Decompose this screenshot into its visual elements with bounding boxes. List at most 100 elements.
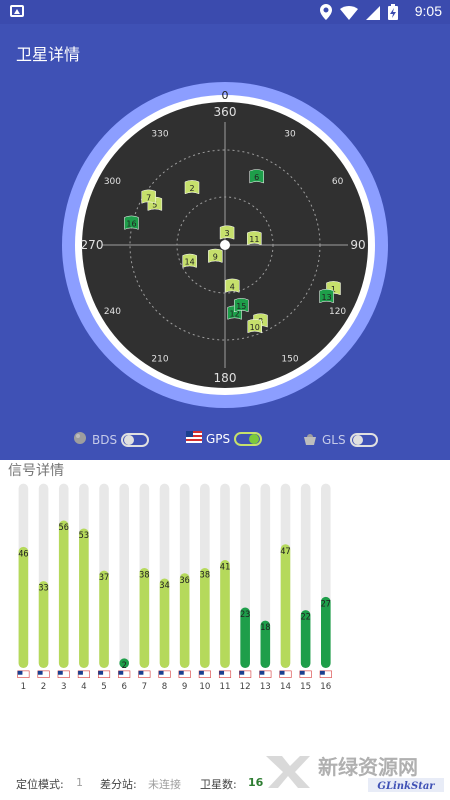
signal-bar-value: 41 xyxy=(220,563,230,573)
satellite-marker-6[interactable]: 6 xyxy=(249,169,264,184)
signal-bar-id: 9 xyxy=(182,682,188,692)
signal-bar-5: 37 5 xyxy=(97,483,111,692)
satellite-id: 16 xyxy=(126,219,136,228)
signal-bar-value: 56 xyxy=(59,523,69,533)
page-title: 卫星详情 xyxy=(16,45,81,64)
watermark-logo-icon xyxy=(266,756,310,788)
wifi-icon xyxy=(340,5,358,24)
satellite-id: 10 xyxy=(250,323,260,332)
signal-bar-value: 23 xyxy=(240,610,250,620)
compass-north-label: 0 xyxy=(222,89,229,102)
watermark-text: 新绿资源网 xyxy=(318,755,418,779)
signal-bar-fill xyxy=(79,528,89,668)
satellite-skyplot: 0360306090120150180210240270300330123456… xyxy=(62,82,388,408)
signal-bar-11: 41 11 xyxy=(218,483,232,692)
signal-bar-fill xyxy=(200,567,210,668)
satellite-marker-2[interactable]: 2 xyxy=(184,180,200,195)
signal-bar-2: 33 2 xyxy=(37,483,50,692)
signal-bar-9: 36 9 xyxy=(178,483,191,692)
compass-label-360: 360 xyxy=(214,105,237,119)
signal-bar-6: 26 xyxy=(118,483,131,692)
bds-icon xyxy=(72,431,88,448)
status-bar: 9:05 xyxy=(0,0,450,24)
signal-bar-id: 14 xyxy=(280,682,291,692)
signal-bar-value: 34 xyxy=(159,581,169,591)
compass-label-210: 210 xyxy=(151,355,168,365)
satellite-marker-4[interactable]: 4 xyxy=(225,278,240,293)
signal-bar-7: 38 7 xyxy=(138,483,151,692)
gls-icon xyxy=(302,431,318,448)
signal-bar-fill xyxy=(139,567,150,668)
signal-bar-id: 5 xyxy=(101,682,106,692)
compass-label-60: 60 xyxy=(332,177,344,187)
gps-switch[interactable] xyxy=(234,431,263,446)
signal-bar-value: 33 xyxy=(38,584,48,594)
bds-label: BDS xyxy=(92,432,118,447)
signal-bar-value: 47 xyxy=(280,547,290,557)
brand-logo: GLinkStar xyxy=(377,781,435,792)
signal-bar-12: 23 12 xyxy=(239,483,252,692)
diff-station-value: 未连接 xyxy=(148,778,181,791)
gls-label: GLS xyxy=(322,432,346,447)
signal-bar-id: 12 xyxy=(240,682,251,692)
signal-bar-value: 38 xyxy=(200,571,210,581)
signal-bar-id: 16 xyxy=(320,682,331,692)
satellite-id: 9 xyxy=(213,252,218,261)
battery-charging-icon xyxy=(388,4,398,24)
satellite-marker-14[interactable]: 14 xyxy=(182,253,197,268)
satellite-marker-15[interactable]: 15 xyxy=(234,298,249,313)
satellite-marker-9[interactable]: 9 xyxy=(208,248,223,263)
satellite-marker-10[interactable]: 10 xyxy=(247,319,263,334)
satellite-marker-11[interactable]: 11 xyxy=(247,231,262,246)
fix-mode-value: 1 xyxy=(76,776,83,789)
satellite-marker-16[interactable]: 16 xyxy=(124,215,139,230)
bds-switch[interactable] xyxy=(121,432,150,447)
compass-label-90: 90 xyxy=(350,238,365,252)
gls-switch[interactable] xyxy=(349,432,378,447)
satellite-id: 7 xyxy=(146,193,151,202)
signal-bar-value: 36 xyxy=(179,576,189,586)
signal-bar-fill xyxy=(58,520,69,668)
signal-bar-id: 10 xyxy=(199,682,210,692)
signal-bar-fill xyxy=(159,578,170,668)
signal-bar-fill xyxy=(38,581,49,668)
toggle-gls[interactable]: GLS xyxy=(302,431,378,448)
gps-label: GPS xyxy=(206,431,231,446)
signal-bar-13: 1813 xyxy=(259,483,272,692)
location-icon xyxy=(320,4,332,24)
satellite-count-value: 16 xyxy=(248,776,264,789)
signal-bar-1: 46 1 xyxy=(17,483,30,692)
signal-bar-fill xyxy=(18,546,29,668)
toggle-gps[interactable]: GPS xyxy=(186,431,263,446)
signal-bar-id: 13 xyxy=(260,682,271,692)
satellite-marker-13[interactable]: 13 xyxy=(319,289,334,304)
signal-bar-3: 56 3 xyxy=(57,483,70,692)
satellite-id: 2 xyxy=(189,184,194,193)
signal-bar-value: 2 xyxy=(122,661,127,671)
gallery-notification-icon xyxy=(10,5,24,17)
signal-bar-id: 8 xyxy=(162,682,168,692)
signal-bar-fill xyxy=(220,560,230,668)
signal-bar-id: 11 xyxy=(220,682,231,692)
fix-mode-label: 定位模式: xyxy=(16,778,64,791)
satellite-id: 11 xyxy=(249,235,259,244)
diff-station-label: 差分站: xyxy=(100,778,137,791)
compass-label-270: 270 xyxy=(81,238,104,252)
satellite-marker-3[interactable]: 3 xyxy=(219,225,235,240)
toggle-bds[interactable]: BDS xyxy=(72,431,150,448)
signal-bar-id: 3 xyxy=(61,682,67,692)
satellite-marker-7[interactable]: 7 xyxy=(141,189,156,204)
satellite-id: 4 xyxy=(230,282,235,291)
signal-bar-16: 27 16 xyxy=(319,483,332,692)
signal-bar-14: 47 14 xyxy=(279,483,292,692)
signal-bar-id: 1 xyxy=(21,682,27,692)
signal-bar-value: 53 xyxy=(79,531,89,541)
watermark: 新绿资源网 GLinkStar xyxy=(266,748,446,796)
signal-bar-fill xyxy=(280,544,291,668)
compass-label-300: 300 xyxy=(104,177,121,187)
cell-signal-icon xyxy=(366,5,380,24)
signal-bar-id: 7 xyxy=(142,682,148,692)
signal-bar-10: 38 10 xyxy=(198,483,211,692)
satellite-id: 14 xyxy=(185,257,195,266)
signal-bar-8: 34 8 xyxy=(158,483,171,692)
